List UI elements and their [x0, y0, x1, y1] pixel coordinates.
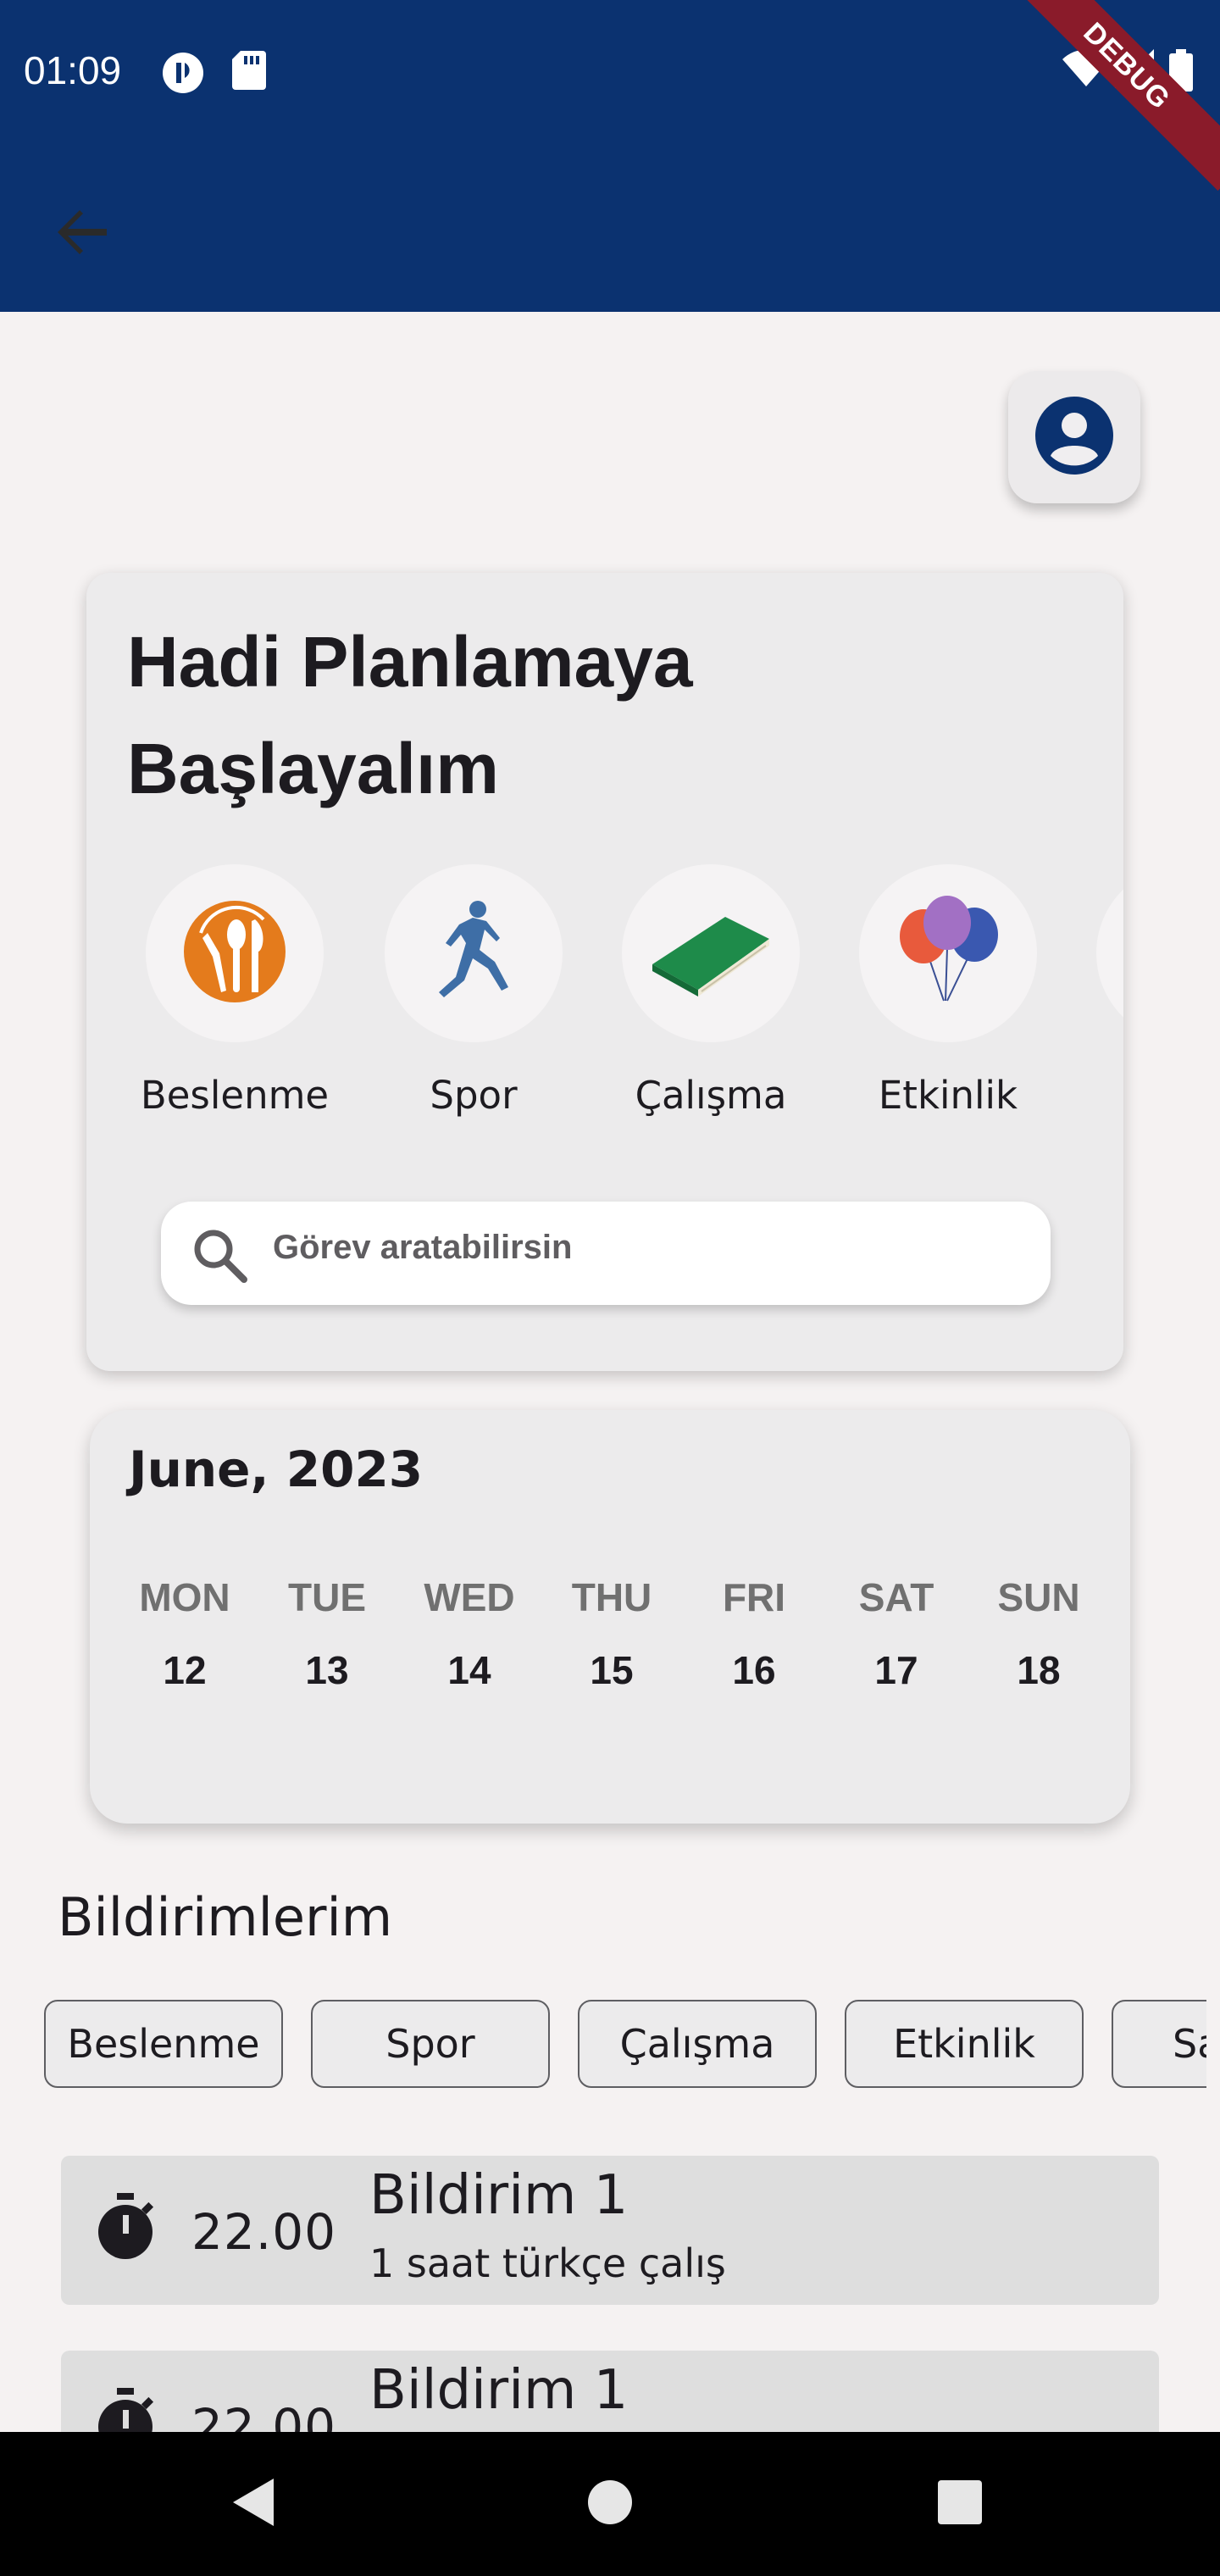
filter-chips: Beslenme Spor Çalışma Etkinlik Sa: [0, 1991, 1206, 2101]
filter-chip-calisma[interactable]: Çalışma: [578, 2000, 817, 2088]
category-label-spor: Spor: [430, 1073, 518, 1118]
notification-item[interactable]: 22.00 Bildirim 1 1 saat türkçe çalış: [61, 2156, 1159, 2305]
filter-chip-spor[interactable]: Spor: [311, 2000, 550, 2088]
profile-button[interactable]: [1008, 371, 1140, 503]
notification-name: Bildirim 1: [369, 2359, 629, 2422]
nav-home-button[interactable]: [574, 2468, 646, 2540]
day-name: THU: [571, 1575, 652, 1619]
category-beslenme[interactable]: [146, 864, 324, 1042]
arrow-back-icon: [47, 210, 119, 271]
home-circle-icon: [586, 2479, 634, 2529]
sd-card-icon: [232, 51, 266, 93]
day-sun[interactable]: SUN 18: [968, 1574, 1110, 1693]
notification-list: 22.00 Bildirim 1 1 saat türkçe çalış 22.…: [0, 2118, 1220, 2432]
calendar-month: June, 2023: [129, 1441, 424, 1498]
account-circle-icon: [1034, 395, 1115, 480]
app-notification-icon: [161, 51, 205, 98]
filter-chip-partial[interactable]: Sa: [1112, 2000, 1206, 2088]
category-calisma[interactable]: [622, 864, 800, 1042]
category-spor[interactable]: [385, 864, 563, 1042]
debug-banner: DEBUG: [1001, 0, 1220, 192]
plan-card: Hadi Planlamaya Başlayalım Beslenme Spor: [86, 573, 1123, 1371]
day-mon[interactable]: MON 12: [114, 1574, 256, 1693]
category-label-etkinlik: Etkinlik: [878, 1073, 1018, 1118]
notification-time: 22.00: [191, 2203, 337, 2261]
nav-recents-button[interactable]: [923, 2468, 996, 2540]
notifications-title: Bildirimlerim: [58, 1886, 393, 1948]
notification-time: 22.00: [191, 2398, 337, 2432]
day-number: 17: [874, 1648, 918, 1692]
day-thu[interactable]: THU 15: [541, 1574, 683, 1693]
search-placeholder: Görev aratabilirsin: [273, 1229, 573, 1266]
day-name: TUE: [288, 1575, 366, 1619]
food-utensils-icon: [182, 899, 287, 1008]
notification-name: Bildirim 1: [369, 2164, 629, 2227]
balloons-icon: [893, 892, 1003, 1014]
category-more[interactable]: [1096, 864, 1123, 1042]
category-label-beslenme: Beslenme: [140, 1073, 330, 1118]
category-etkinlik[interactable]: [859, 864, 1037, 1042]
category-label-calisma: Çalışma: [635, 1073, 787, 1118]
day-sat[interactable]: SAT 17: [825, 1574, 968, 1693]
back-triangle-icon: [228, 2475, 279, 2533]
day-fri[interactable]: FRI 16: [683, 1574, 825, 1693]
book-icon: [647, 905, 774, 1002]
day-number: 13: [305, 1648, 349, 1692]
notification-desc: 1 saat türkçe çalış: [369, 2240, 726, 2286]
day-number: 16: [732, 1648, 776, 1692]
plan-title: Hadi Planlamaya Başlayalım: [127, 622, 693, 808]
search-input[interactable]: Görev aratabilirsin: [161, 1202, 1051, 1305]
filter-chip-beslenme[interactable]: Beslenme: [44, 2000, 283, 2088]
day-number: 14: [447, 1648, 491, 1692]
filter-chip-etkinlik[interactable]: Etkinlik: [845, 2000, 1084, 2088]
system-nav-bar: [0, 2432, 1220, 2576]
timer-icon: [95, 2388, 156, 2432]
app-bar: 01:09 DEBUG: [0, 0, 1220, 312]
notification-item[interactable]: 22.00 Bildirim 1: [61, 2351, 1159, 2432]
day-name: FRI: [722, 1575, 786, 1619]
day-name: WED: [424, 1575, 515, 1619]
day-name: MON: [139, 1575, 230, 1619]
status-time: 01:09: [24, 48, 122, 92]
day-number: 15: [590, 1648, 634, 1692]
day-number: 12: [163, 1648, 207, 1692]
recents-square-icon: [936, 2479, 984, 2529]
day-name: SAT: [858, 1575, 934, 1619]
nav-back-button[interactable]: [217, 2468, 290, 2540]
day-name: SUN: [997, 1575, 1080, 1619]
back-button[interactable]: [47, 197, 119, 268]
calendar-card: June, 2023 MON 12 TUE 13 WED 14 THU 15 FRI 16…: [90, 1410, 1130, 1824]
day-wed[interactable]: WED 14: [398, 1574, 541, 1693]
day-tue[interactable]: TUE 13: [256, 1574, 398, 1693]
search-icon: [191, 1227, 247, 1286]
running-person-icon: [427, 899, 520, 1008]
day-number: 18: [1017, 1648, 1061, 1692]
timer-icon: [95, 2193, 156, 2264]
